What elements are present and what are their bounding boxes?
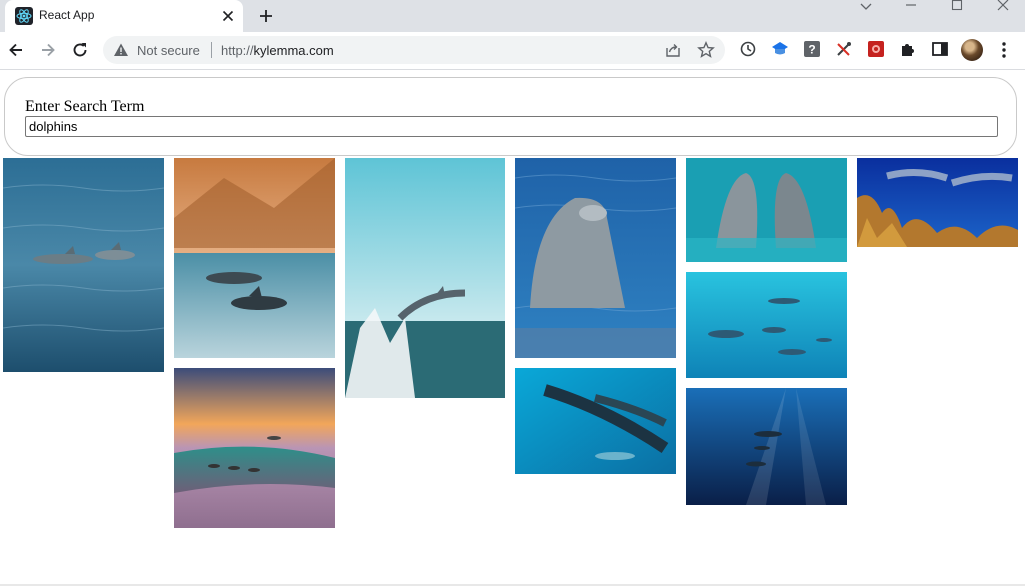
new-tab-icon[interactable] (256, 6, 276, 26)
profile-avatar[interactable] (961, 39, 983, 61)
dolphins-cliff-surf-photo (174, 158, 335, 358)
search-input[interactable] (25, 116, 998, 137)
react-logo-icon (15, 7, 33, 25)
search-label: Enter Search Term (25, 98, 145, 115)
dolphins-pod-blue-photo (686, 272, 847, 378)
search-panel: Enter Search Term (4, 77, 1017, 156)
close-tab-icon[interactable] (219, 7, 237, 25)
warning-triangle-icon[interactable] (113, 42, 129, 58)
url-text[interactable]: http://kylemma.com (221, 43, 334, 58)
window-close-icon[interactable] (993, 0, 1013, 14)
dolphins-coral-reef-photo (857, 158, 1018, 247)
tab-strip: React App (0, 0, 1025, 32)
extension-tools-icon[interactable] (835, 40, 853, 58)
maximize-icon[interactable] (947, 0, 967, 14)
bookmark-star-icon[interactable] (697, 41, 715, 59)
dolphin-image[interactable] (686, 158, 847, 262)
menu-kebab-icon[interactable] (996, 40, 1012, 60)
side-panel-icon[interactable] (931, 40, 949, 58)
extension-red-square-icon[interactable] (867, 40, 885, 58)
extension-question-icon[interactable]: ? (803, 40, 821, 58)
tab-title: React App (39, 8, 95, 22)
dolphin-image[interactable] (515, 158, 676, 358)
extension-clock-icon[interactable] (739, 40, 757, 58)
dolphins-sunset-wave-photo (174, 368, 335, 528)
dolphin-image[interactable] (686, 272, 847, 378)
dolphins-kissing-photo (686, 158, 847, 262)
extension-graduation-icon[interactable] (771, 40, 789, 58)
browser-tab[interactable]: React App (5, 0, 243, 32)
dolphins-underwater-photo (515, 368, 676, 474)
share-icon[interactable] (665, 42, 681, 58)
dolphin-image[interactable] (174, 368, 335, 528)
svg-text:?: ? (808, 43, 815, 57)
security-status-label[interactable]: Not secure (137, 43, 200, 58)
dolphin-jumping-photo (345, 158, 505, 398)
address-separator (211, 42, 212, 58)
dolphin-image[interactable] (174, 158, 335, 358)
reload-icon[interactable] (70, 40, 90, 60)
dolphin-image[interactable] (345, 158, 505, 398)
url-host: kylemma.com (253, 43, 334, 58)
browser-toolbar: Not secure http://kylemma.com ? (0, 32, 1025, 70)
dolphins-deep-sun-rays-photo (686, 388, 847, 505)
tab-search-chevron-icon[interactable] (856, 0, 876, 14)
dolphin-image[interactable] (857, 158, 1018, 247)
dolphins-calm-water-photo (3, 158, 164, 372)
dolphin-image[interactable] (515, 368, 676, 474)
minimize-icon[interactable] (901, 0, 921, 14)
dolphin-image[interactable] (3, 158, 164, 372)
dolphin-portrait-photo (515, 158, 676, 358)
back-arrow-icon[interactable] (6, 40, 26, 60)
address-bar[interactable]: Not secure http://kylemma.com (103, 36, 725, 64)
extensions-puzzle-icon[interactable] (899, 40, 917, 58)
url-scheme: http:// (221, 43, 254, 58)
dolphin-image[interactable] (686, 388, 847, 505)
forward-arrow-icon[interactable] (38, 40, 58, 60)
